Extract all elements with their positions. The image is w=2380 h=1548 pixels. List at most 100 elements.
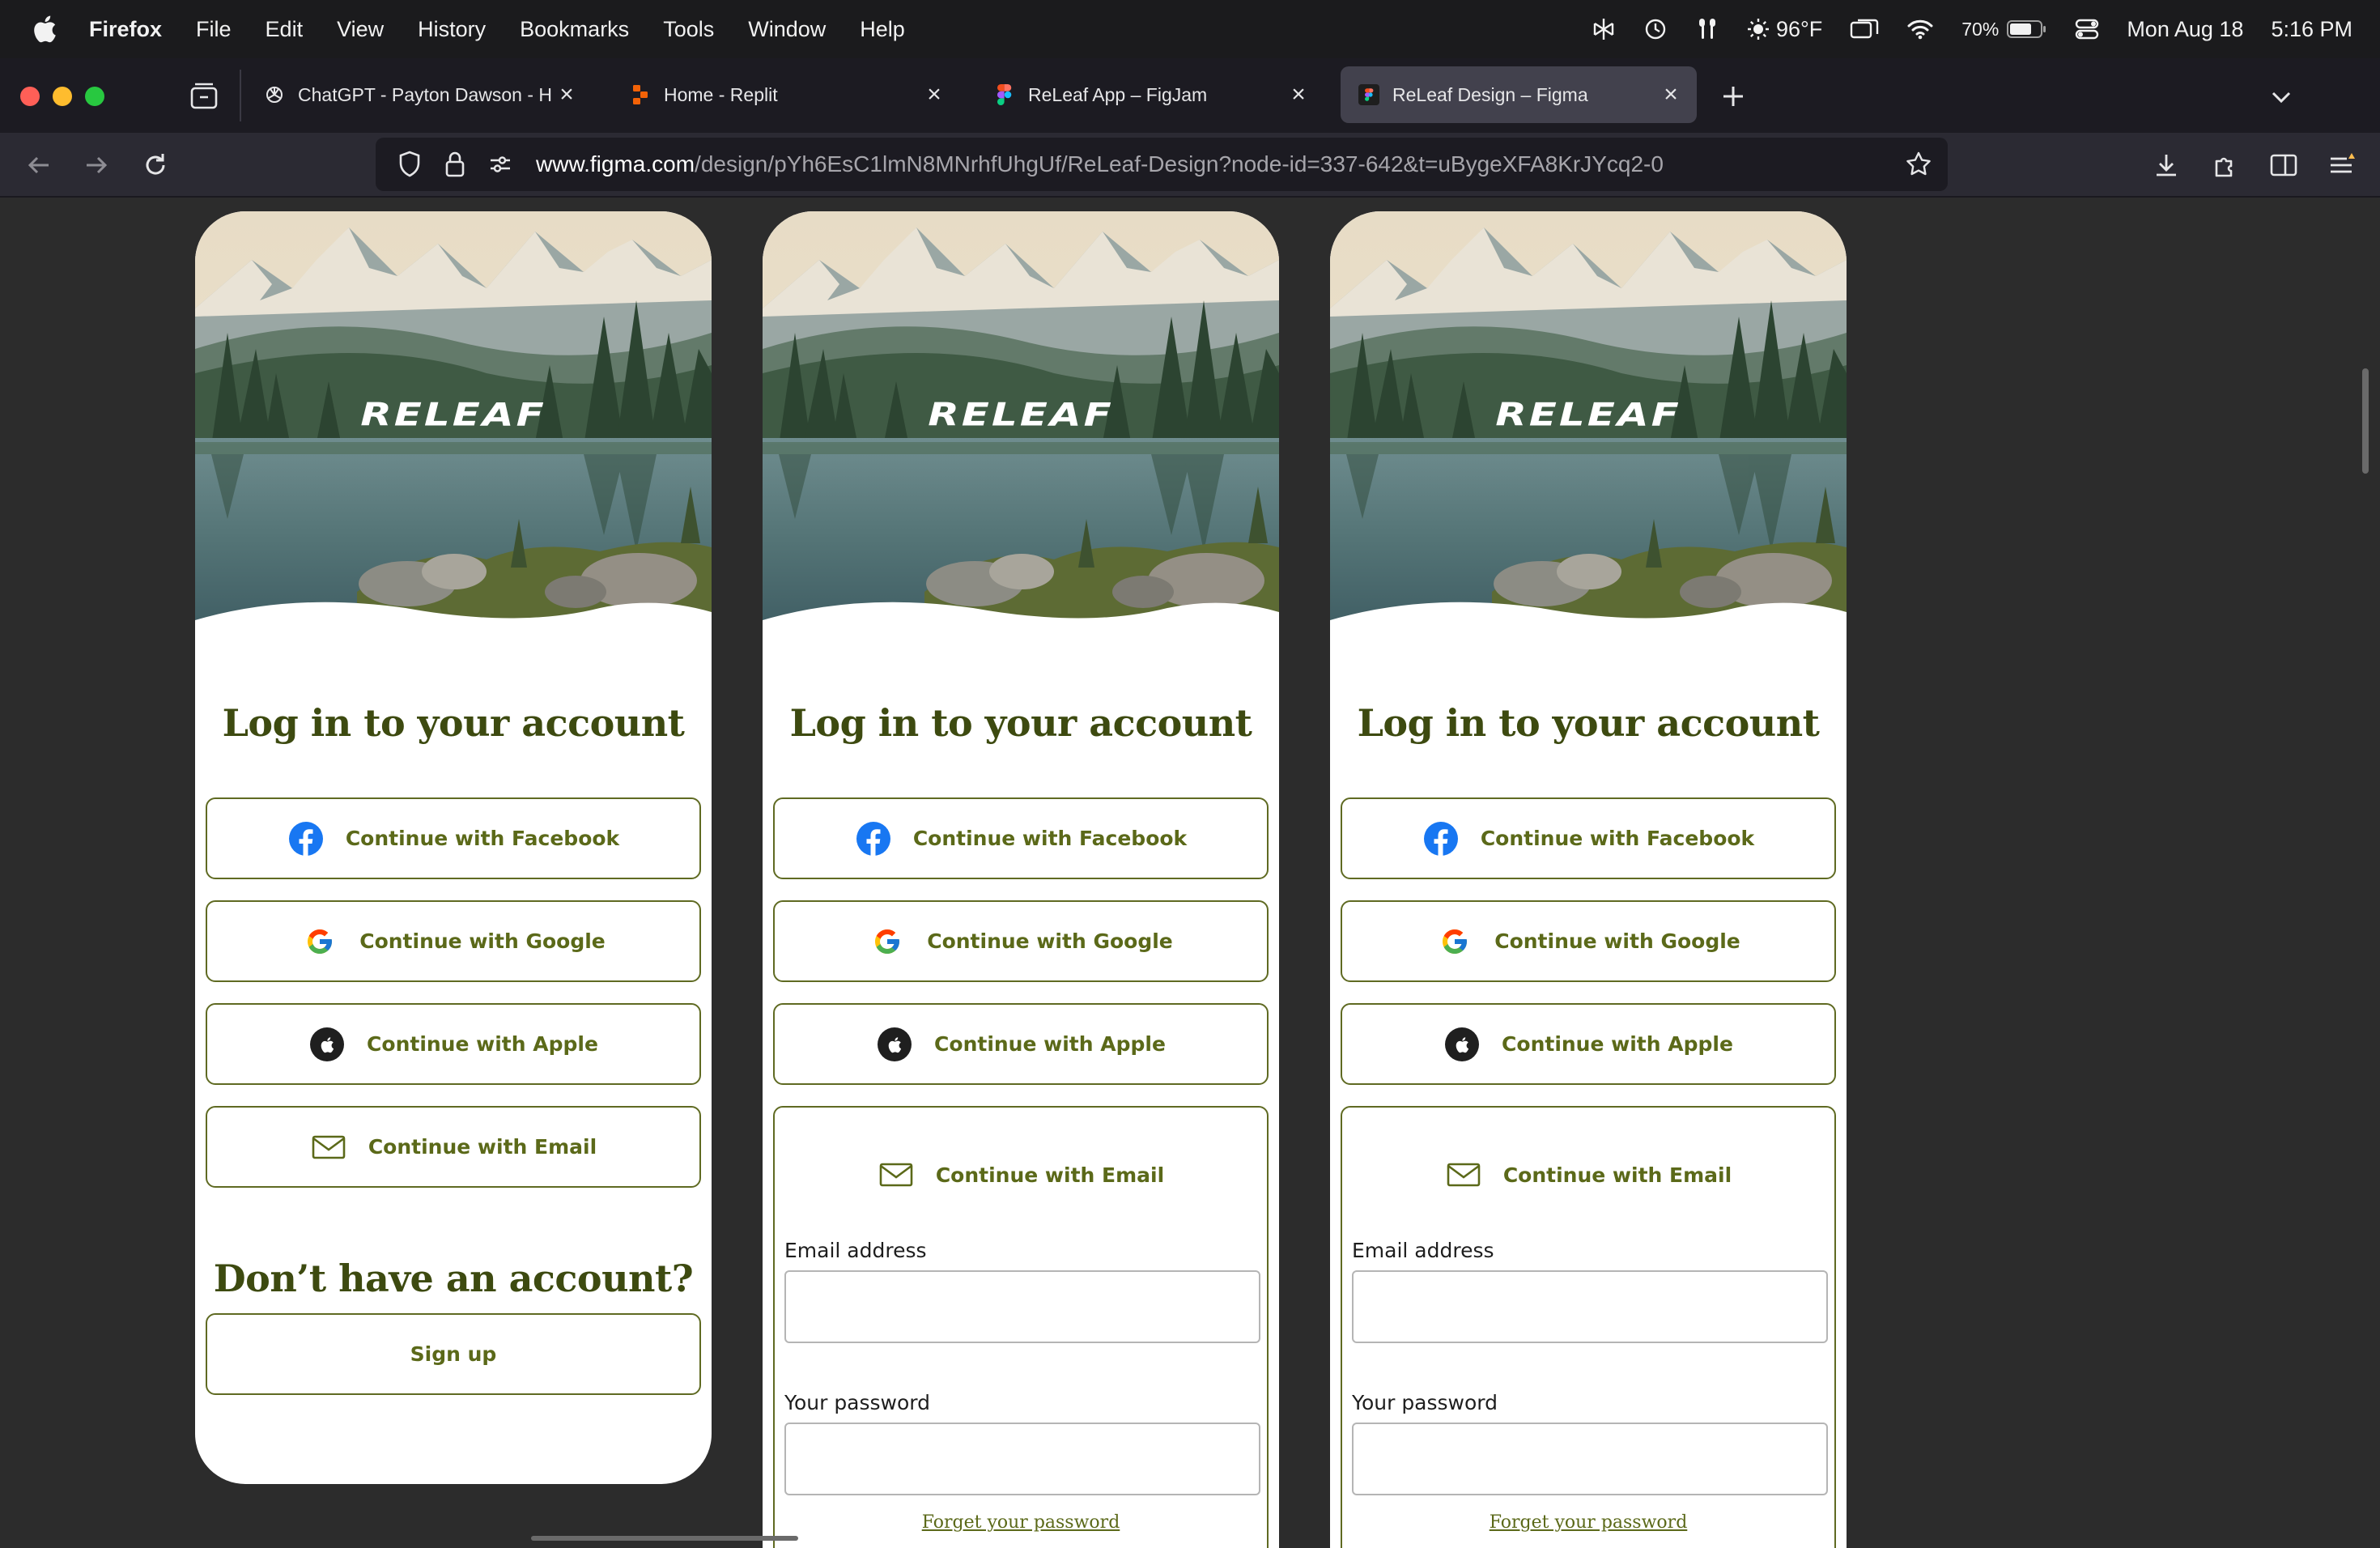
menu-tools[interactable]: Tools [663, 17, 714, 42]
menu-history[interactable]: History [418, 17, 486, 42]
close-window-button[interactable] [20, 87, 40, 106]
facebook-icon [1422, 820, 1460, 857]
sign-up-label: Sign up [410, 1342, 497, 1366]
email-field[interactable] [1352, 1270, 1828, 1343]
close-tab-icon[interactable]: × [1656, 80, 1685, 109]
phone-screen-login[interactable]: RELEAF Log in to your account Continue w… [195, 211, 712, 1484]
menu-help[interactable]: Help [860, 17, 905, 42]
perplexity-icon[interactable] [1592, 17, 1616, 41]
forgot-password-link[interactable]: Forget your password [1342, 1512, 1834, 1533]
continue-email-label: Continue with Email [935, 1163, 1165, 1187]
continue-google-button[interactable]: Continue with Google [1341, 900, 1836, 982]
menu-view[interactable]: View [337, 17, 384, 42]
forgot-password-link[interactable]: Forget your password [775, 1512, 1267, 1533]
figma-icon [994, 84, 1015, 105]
email-field[interactable] [784, 1270, 1260, 1343]
close-tab-icon[interactable]: × [552, 80, 581, 109]
facebook-icon [855, 820, 892, 857]
screen-mirroring-icon[interactable] [1850, 18, 1879, 40]
back-icon[interactable] [23, 149, 55, 181]
releaf-logo: RELEAF [928, 396, 1114, 433]
list-all-tabs-icon[interactable] [2267, 83, 2296, 112]
continue-apple-button[interactable]: Continue with Apple [773, 1003, 1269, 1085]
tab-label: Home - Replit [664, 83, 778, 105]
extensions-icon[interactable] [2209, 149, 2242, 181]
continue-facebook-button[interactable]: Continue with Facebook [773, 797, 1269, 879]
continue-email-button[interactable]: Continue with Email [775, 1156, 1267, 1193]
tab-bar: ChatGPT - Payton Dawson - Hu × Home - Re… [0, 58, 2380, 133]
releaf-logo: RELEAF [1495, 396, 1681, 433]
password-field[interactable] [784, 1423, 1260, 1495]
menu-bookmarks[interactable]: Bookmarks [520, 17, 629, 42]
menu-bar: Firefox File Edit View History Bookmarks… [0, 0, 2380, 58]
tab-label: ReLeaf App – FigJam [1028, 83, 1208, 105]
google-icon [1436, 923, 1473, 960]
bookmark-star-icon[interactable] [1902, 148, 1935, 181]
sidebar-icon[interactable] [2267, 149, 2300, 181]
login-title: Log in to your account [222, 701, 685, 745]
weather-widget[interactable]: 96°F [1747, 17, 1822, 42]
new-tab-icon[interactable] [1718, 81, 1749, 112]
tab-releaf-figma[interactable]: ReLeaf Design – Figma × [1341, 66, 1697, 123]
continue-apple-button[interactable]: Continue with Apple [1341, 1003, 1836, 1085]
continue-google-button[interactable]: Continue with Google [206, 900, 701, 982]
zoom-window-button[interactable] [85, 87, 104, 106]
phone-screen-email-login[interactable]: RELEAF Log in to your account Continue w… [763, 211, 1279, 1548]
continue-apple-button[interactable]: Continue with Apple [206, 1003, 701, 1085]
tracking-protection-icon[interactable] [393, 148, 426, 181]
horizontal-scrollbar[interactable] [531, 1536, 798, 1541]
figma-canvas[interactable]: RELEAF Log in to your account Continue w… [0, 198, 2380, 1548]
airpods-icon[interactable] [1695, 16, 1719, 42]
time-machine-icon[interactable] [1643, 17, 1668, 41]
continue-email-button[interactable]: Continue with Email [1342, 1156, 1834, 1193]
google-icon [301, 923, 338, 960]
password-field-label: Your password [784, 1391, 931, 1414]
control-center-icon[interactable] [2075, 17, 2099, 41]
menubar-time[interactable]: 5:16 PM [2271, 17, 2352, 42]
tab-separator [240, 70, 241, 121]
wifi-icon[interactable] [1906, 19, 1934, 40]
site-permissions-icon[interactable] [484, 148, 516, 181]
menu-edit[interactable]: Edit [266, 17, 304, 42]
apple-icon [308, 1026, 346, 1063]
url-host: www.figma.com [536, 151, 695, 176]
continue-facebook-button[interactable]: Continue with Facebook [1341, 797, 1836, 879]
continue-facebook-button[interactable]: Continue with Facebook [206, 797, 701, 879]
vertical-scrollbar[interactable] [2362, 368, 2369, 474]
tab-chatgpt[interactable]: ChatGPT - Payton Dawson - Hu × [246, 66, 593, 123]
app-menu-icon[interactable] [2325, 149, 2357, 181]
continue-email-button[interactable]: Continue with Email [206, 1106, 701, 1188]
mail-icon [310, 1129, 347, 1166]
google-icon [869, 923, 906, 960]
close-tab-icon[interactable]: × [920, 80, 949, 109]
apple-icon [876, 1026, 913, 1063]
menu-window[interactable]: Window [748, 17, 826, 42]
menubar-date[interactable]: Mon Aug 18 [2127, 17, 2243, 42]
continue-google-label: Continue with Google [927, 929, 1173, 953]
downloads-icon[interactable] [2150, 149, 2182, 181]
close-tab-icon[interactable]: × [1284, 80, 1313, 109]
menu-app-name[interactable]: Firefox [89, 17, 162, 42]
forward-icon[interactable] [80, 149, 113, 181]
battery-widget[interactable]: 70% [1961, 19, 2047, 40]
url-text[interactable]: www.figma.com/design/pYh6EsC1lmN8MNrhfUh… [536, 151, 1664, 177]
phone-screen-email-login[interactable]: RELEAF Log in to your account Continue w… [1330, 211, 1847, 1548]
tab-label: ChatGPT - Payton Dawson - Hu [298, 83, 552, 105]
figma-icon [1358, 84, 1379, 105]
password-field[interactable] [1352, 1423, 1828, 1495]
lock-icon[interactable] [439, 148, 471, 181]
tab-replit[interactable]: Home - Replit × [612, 66, 960, 123]
tab-releaf-figjam[interactable]: ReLeaf App – FigJam × [976, 66, 1324, 123]
address-bar[interactable]: www.figma.com/design/pYh6EsC1lmN8MNrhfUh… [376, 138, 1948, 191]
continue-google-button[interactable]: Continue with Google [773, 900, 1269, 982]
mail-icon [1445, 1156, 1482, 1193]
menu-file[interactable]: File [196, 17, 232, 42]
reload-icon[interactable] [139, 149, 172, 181]
sign-up-button[interactable]: Sign up [206, 1313, 701, 1395]
minimize-window-button[interactable] [53, 87, 72, 106]
apple-menu-icon[interactable] [31, 13, 58, 45]
login-title: Log in to your account [1357, 701, 1820, 745]
battery-percent: 70% [1961, 18, 2000, 40]
firefox-view-icon[interactable] [188, 82, 220, 111]
continue-google-label: Continue with Google [359, 929, 606, 953]
